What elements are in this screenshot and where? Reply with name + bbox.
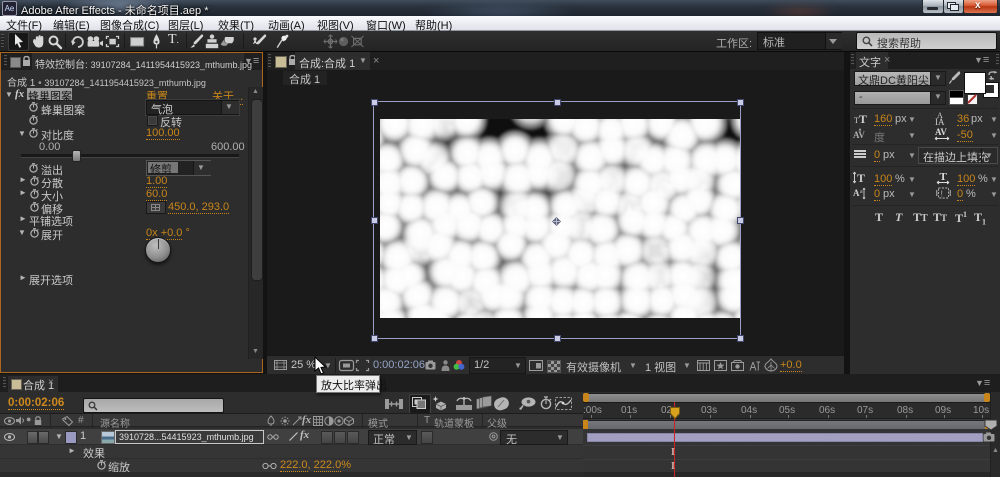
svg-text:IA: IA [935, 117, 945, 127]
svg-text:AV: AV [935, 127, 947, 137]
svg-text:AV: AV [853, 130, 865, 140]
svg-text:!: ! [941, 189, 943, 198]
svg-text:A: A [853, 188, 860, 198]
svg-text:T: T [857, 171, 865, 185]
svg-text:T: T [940, 171, 948, 183]
svg-text:a: a [860, 189, 863, 195]
